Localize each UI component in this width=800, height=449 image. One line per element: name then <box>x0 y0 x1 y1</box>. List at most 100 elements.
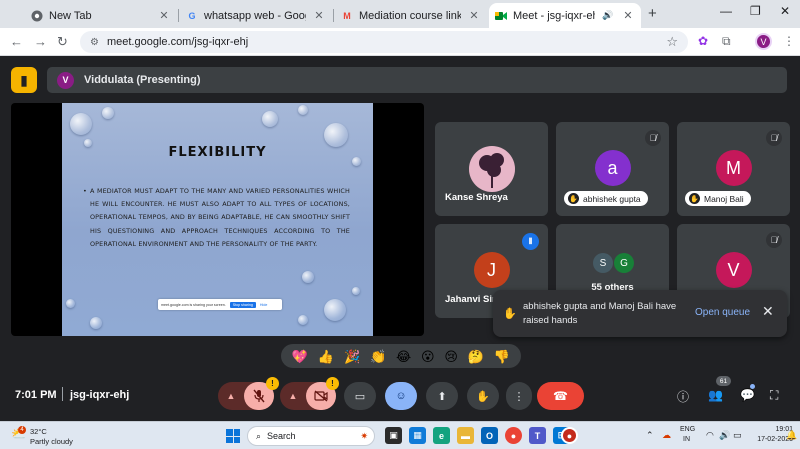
participant-tile-kanse-shreya[interactable]: Kanse Shreya <box>435 122 548 216</box>
back-icon[interactable]: ← <box>10 34 23 49</box>
input-language[interactable]: ENG <box>680 426 695 433</box>
address-bar[interactable]: ⚙ meet.google.com/jsg-iqxr-ehj ☆ <box>80 31 688 53</box>
hide-button[interactable]: Hide <box>260 303 267 307</box>
profile-avatar[interactable]: V <box>755 33 772 50</box>
mic-off-icon <box>253 389 265 403</box>
mic-off-icon: 🎙̸ <box>645 130 661 146</box>
onedrive-icon[interactable]: ☁ <box>662 430 671 441</box>
water-drop <box>352 287 360 295</box>
reaction-thumbs-up-button[interactable]: 👍 <box>318 350 334 363</box>
wifi-icon[interactable]: ◠ <box>706 430 714 441</box>
tab-google-search[interactable]: G whatsapp web - Google Search ✕ <box>180 3 332 28</box>
chevron-up-icon[interactable]: ⌃ <box>646 430 654 441</box>
notification-bell-icon[interactable]: 🔔 <box>786 430 797 441</box>
reaction-sparkling-heart-button[interactable]: 💖 <box>292 350 308 363</box>
raised-hand-icon: ✋ <box>503 308 517 320</box>
chrome-taskbar-icon[interactable]: ● <box>505 427 522 444</box>
browser-toolbar: ← → ↻ ⚙ meet.google.com/jsg-iqxr-ehj ☆ ✿… <box>0 28 800 56</box>
chat-icon[interactable]: 💬 <box>740 388 755 402</box>
temperature[interactable]: 32°C <box>30 427 47 436</box>
water-drop <box>302 271 314 283</box>
close-icon[interactable]: ✕ <box>312 9 326 22</box>
url-text: meet.google.com/jsg-iqxr-ehj <box>106 36 249 48</box>
reaction-party-popper-button[interactable]: 🎉 <box>344 350 360 363</box>
more-options-button[interactable]: ⋮ <box>506 382 532 410</box>
activities-icon[interactable]: ⛶ <box>770 388 778 403</box>
weather-description[interactable]: Partly cloudy <box>30 437 73 446</box>
chrome-profile-icon[interactable]: ● <box>561 427 578 444</box>
reaction-thinking-button[interactable]: 🤔 <box>468 350 484 363</box>
reload-icon[interactable]: ↻ <box>57 34 68 50</box>
tab-gmail[interactable]: M Mediation course link - mohod ✕ <box>335 3 487 28</box>
input-region[interactable]: IN <box>683 436 690 443</box>
taskbar-search[interactable]: ⌕ Search ✷ <box>247 426 375 446</box>
close-notification-icon[interactable]: ✕ <box>762 303 774 320</box>
tab-new-tab[interactable]: New Tab ✕ <box>25 3 177 28</box>
restore-icon[interactable]: ❐ <box>750 4 761 18</box>
water-drop <box>324 299 346 321</box>
participant-name: Jahanvi Sin <box>445 294 498 305</box>
participant-avatar: G <box>614 253 634 273</box>
slide-body: • A MEDIATOR MUST ADAPT TO THE MANY AND … <box>83 185 350 251</box>
participant-tile-manoj-bali[interactable]: 🎙̸ M ✋ Manoj Bali <box>677 122 790 216</box>
volume-icon[interactable]: 🔊 <box>719 430 730 441</box>
speaker-icon[interactable]: 🔊 <box>601 10 615 21</box>
participant-avatar: a <box>594 150 631 186</box>
extension-icon[interactable]: ✿ <box>698 34 708 48</box>
outlook-icon[interactable]: O <box>481 427 498 444</box>
tab-title: New Tab <box>49 9 92 22</box>
participant-count-badge: 61 <box>716 376 731 386</box>
menu-kebab-icon[interactable]: ⋮ <box>783 34 795 48</box>
reaction-clap-button[interactable]: 👏 <box>370 350 386 363</box>
mic-off-icon: 🎙̸ <box>766 232 782 248</box>
open-queue-button[interactable]: Open queue <box>695 307 750 318</box>
captions-button[interactable]: ▭ <box>344 382 376 410</box>
file-explorer-icon[interactable]: ▬ <box>457 427 474 444</box>
forward-icon[interactable]: → <box>34 34 47 49</box>
stop-presenting-icon[interactable]: ▮ <box>11 67 37 93</box>
new-tab-button[interactable]: + <box>648 5 657 22</box>
water-drop <box>90 317 102 329</box>
water-drop <box>262 111 278 127</box>
flower-photo-icon <box>468 146 515 192</box>
participant-name-pill: ✋ Manoj Bali <box>685 191 751 206</box>
participant-avatar: M <box>715 150 752 186</box>
meeting-code: jsg-iqxr-ehj <box>70 389 130 401</box>
people-icon[interactable]: 👥 <box>708 388 723 402</box>
chevron-up-icon[interactable]: ▲ <box>218 382 244 410</box>
reaction-laugh-button[interactable]: 😂 <box>396 350 411 363</box>
battery-icon[interactable]: ▭ <box>733 430 742 441</box>
bookmark-star-icon[interactable]: ☆ <box>666 34 678 50</box>
close-icon[interactable]: ✕ <box>467 9 481 22</box>
minimize-icon[interactable]: — <box>720 4 732 18</box>
reaction-thumbs-down-button[interactable]: 👎 <box>494 350 510 363</box>
widgets-icon[interactable]: ▦ <box>409 427 426 444</box>
raise-hand-button[interactable]: ✋ <box>467 382 499 410</box>
present-screen-button[interactable]: ⬆ <box>426 382 458 410</box>
slide-body-text: A MEDIATOR MUST ADAPT TO THE MANY AND VA… <box>90 187 350 248</box>
participant-tile-abhishek-gupta[interactable]: 🎙̸ a ✋ abhishek gupta <box>556 122 669 216</box>
raised-hand-icon: ✋ <box>568 193 579 204</box>
task-view-icon[interactable]: ▣ <box>385 427 402 444</box>
teams-icon[interactable]: T <box>529 427 546 444</box>
meeting-info-icon[interactable]: ⓘ <box>677 388 689 405</box>
leave-call-button[interactable]: ☎ <box>537 382 584 410</box>
chevron-up-icon[interactable]: ▲ <box>280 382 306 410</box>
stop-sharing-button[interactable]: Stop sharing <box>229 301 256 308</box>
extensions-puzzle-icon[interactable]: ⧉ <box>722 34 731 49</box>
participant-avatar: J <box>473 252 510 288</box>
windows-start-icon[interactable] <box>226 429 240 443</box>
weather-badge: 4 <box>18 426 26 434</box>
close-icon[interactable]: ✕ <box>157 9 171 22</box>
tab-meet[interactable]: Meet - jsg-iqxr-ehj 🔊 ✕ <box>489 3 641 28</box>
close-icon[interactable]: ✕ <box>621 9 635 22</box>
edge-icon[interactable]: e <box>433 427 450 444</box>
reaction-sad-button[interactable]: 😢 <box>444 350 458 363</box>
captions-icon: ▭ <box>354 390 366 403</box>
reaction-surprised-button[interactable]: 😮 <box>421 350 435 363</box>
more-vert-icon: ⋮ <box>513 390 525 403</box>
site-info-icon[interactable]: ⚙ <box>90 37 99 48</box>
emoji-reactions-button[interactable]: ☺ <box>385 382 417 410</box>
close-window-icon[interactable]: ✕ <box>780 4 790 18</box>
raised-hand-icon: ✋ <box>689 193 700 204</box>
